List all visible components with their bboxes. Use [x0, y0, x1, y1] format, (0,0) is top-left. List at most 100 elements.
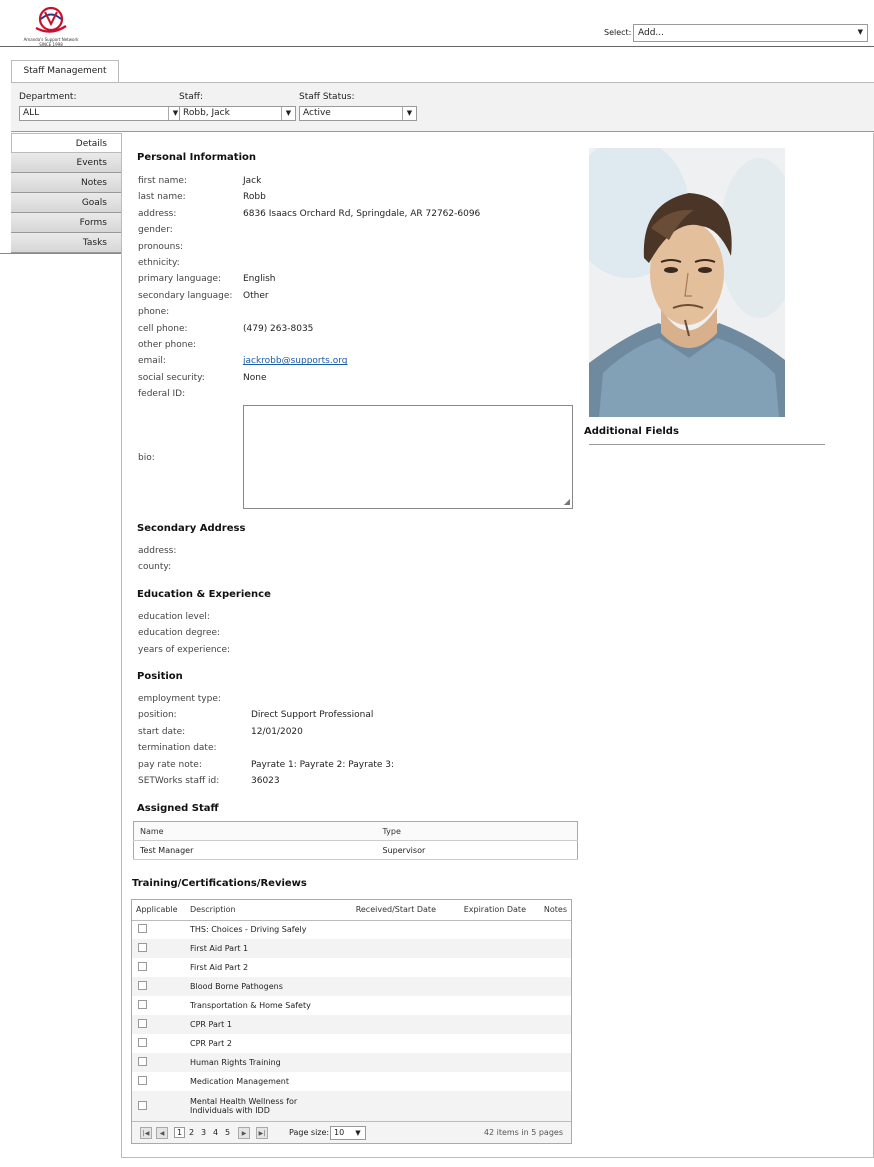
applicable-checkbox[interactable]	[138, 1100, 147, 1110]
applicable-cell	[132, 977, 186, 996]
table-row[interactable]: CPR Part 1	[132, 1015, 571, 1034]
training-cell	[530, 977, 571, 996]
field-label: address:	[138, 208, 177, 219]
applicable-checkbox[interactable]	[138, 924, 147, 934]
table-row[interactable]: THS: Choices - Driving Safely	[132, 920, 571, 939]
training-cell	[342, 920, 440, 939]
applicable-cell	[132, 1072, 186, 1091]
personal-info-title: Personal Information	[137, 152, 256, 163]
sidetab-label: Tasks	[82, 238, 107, 248]
field-value: 36023	[251, 776, 280, 786]
description-cell: Human Rights Training	[186, 1053, 342, 1072]
department-value: ALL	[23, 108, 40, 118]
table-row[interactable]: Mental Health Wellness for Individuals w…	[132, 1091, 571, 1121]
column-header-applicable[interactable]: Applicable	[132, 900, 186, 921]
sidetab-label: Goals	[81, 198, 107, 208]
applicable-checkbox[interactable]	[138, 981, 147, 990]
bio-label: bio:	[138, 453, 155, 463]
table-row[interactable]: Test Manager Supervisor	[133, 840, 578, 860]
column-header-expiration-date[interactable]: Expiration Date	[440, 900, 530, 921]
table-row[interactable]: CPR Part 2	[132, 1034, 571, 1053]
email-link[interactable]: jackrobb@supports.org	[243, 356, 347, 366]
training-cell	[530, 920, 571, 939]
position-title: Position	[137, 671, 183, 682]
training-cell	[530, 1053, 571, 1072]
training-title: Training/Certifications/Reviews	[132, 878, 307, 889]
sidetab-forms[interactable]: Forms	[11, 213, 122, 233]
applicable-cell	[132, 1091, 186, 1121]
sidetab-events[interactable]: Events	[11, 153, 122, 173]
sidetab-notes[interactable]: Notes	[11, 173, 122, 193]
next-page-icon[interactable]: ▶	[238, 1127, 250, 1139]
first-page-icon[interactable]: |◀	[140, 1127, 152, 1139]
training-cell	[440, 1053, 530, 1072]
chevron-down-icon: ▼	[355, 1129, 361, 1137]
add-select[interactable]: Add... ▼	[633, 24, 868, 42]
table-header-row: Applicable Description Received/Start Da…	[132, 900, 571, 921]
page-link-3[interactable]: 3	[201, 1128, 206, 1137]
sidetab-goals[interactable]: Goals	[11, 193, 122, 213]
additional-fields-divider	[589, 444, 825, 445]
bio-textarea[interactable]: ◢	[243, 405, 573, 509]
description-cell: Mental Health Wellness for Individuals w…	[186, 1091, 342, 1121]
column-header-received-date[interactable]: Received/Start Date	[342, 900, 440, 921]
table-row[interactable]: Human Rights Training	[132, 1053, 571, 1072]
page-link-5[interactable]: 5	[225, 1128, 230, 1137]
applicable-checkbox[interactable]	[138, 1000, 147, 1009]
filter-bar: Department: ALL ▼ Staff: Robb, Jack ▼ St…	[11, 82, 874, 132]
description-cell: CPR Part 2	[190, 1039, 232, 1048]
tab-staff-management[interactable]: Staff Management	[11, 60, 119, 82]
chevron-down-icon: ▼	[857, 28, 863, 36]
applicable-cell	[132, 920, 186, 939]
staff-label: Staff:	[179, 92, 203, 102]
content-border	[121, 133, 122, 1158]
table-row[interactable]: First Aid Part 1	[132, 939, 571, 958]
prev-page-icon[interactable]: ◀	[156, 1127, 168, 1139]
table-row[interactable]: First Aid Part 2	[132, 958, 571, 977]
description-cell: THS: Choices - Driving Safely	[190, 925, 307, 935]
training-cell	[440, 1091, 530, 1121]
training-cell	[530, 1034, 571, 1053]
training-cell	[342, 1034, 440, 1053]
page-link-2[interactable]: 2	[189, 1128, 194, 1137]
page-link-1[interactable]: 1	[174, 1127, 186, 1138]
table-row[interactable]: Medication Management	[132, 1072, 571, 1091]
training-cell	[530, 1072, 571, 1091]
table-row[interactable]: Transportation & Home Safety	[132, 996, 571, 1015]
description-cell: First Aid Part 1	[186, 939, 342, 958]
select-label: Select:	[604, 28, 632, 37]
field-label: pronouns:	[138, 241, 184, 252]
applicable-checkbox[interactable]	[138, 1038, 147, 1047]
sidetab-label: Forms	[79, 218, 107, 228]
staff-status-select[interactable]: Active ▼	[299, 106, 417, 121]
training-cell	[530, 958, 571, 977]
sidetab-tasks[interactable]: Tasks	[11, 233, 122, 253]
last-page-icon[interactable]: ▶|	[256, 1127, 268, 1139]
page-size-value: 10	[334, 1128, 345, 1137]
applicable-checkbox[interactable]	[138, 962, 147, 971]
field-label: federal ID:	[138, 389, 186, 400]
sidetab-details[interactable]: Details	[11, 133, 122, 153]
applicable-checkbox[interactable]	[138, 943, 147, 952]
page-link-4[interactable]: 4	[213, 1128, 218, 1137]
field-label: secondary language:	[138, 290, 233, 301]
column-header-type[interactable]: Type	[376, 821, 578, 841]
field-value: Jack	[243, 176, 262, 186]
field-value: (479) 263-8035	[243, 323, 314, 334]
logo-subtext: SINCE 1998	[39, 42, 63, 47]
page-size-select[interactable]: 10 ▼	[330, 1126, 366, 1140]
applicable-checkbox[interactable]	[138, 1076, 147, 1085]
column-header-description[interactable]: Description	[186, 900, 342, 921]
sidebar-divider	[0, 253, 122, 254]
assigned-type-cell: Supervisor	[376, 840, 578, 860]
field-value: 12/01/2020	[251, 726, 303, 737]
resize-grip-icon: ◢	[563, 497, 570, 506]
table-row[interactable]: Blood Borne Pathogens	[132, 977, 571, 996]
column-header-notes[interactable]: Notes	[530, 900, 571, 921]
applicable-checkbox[interactable]	[138, 1019, 147, 1028]
add-select-value: Add...	[638, 28, 665, 38]
department-select[interactable]: ALL ▼	[19, 106, 183, 121]
applicable-checkbox[interactable]	[138, 1057, 147, 1066]
staff-select[interactable]: Robb, Jack ▼	[179, 106, 296, 121]
column-header-name[interactable]: Name	[133, 821, 377, 841]
